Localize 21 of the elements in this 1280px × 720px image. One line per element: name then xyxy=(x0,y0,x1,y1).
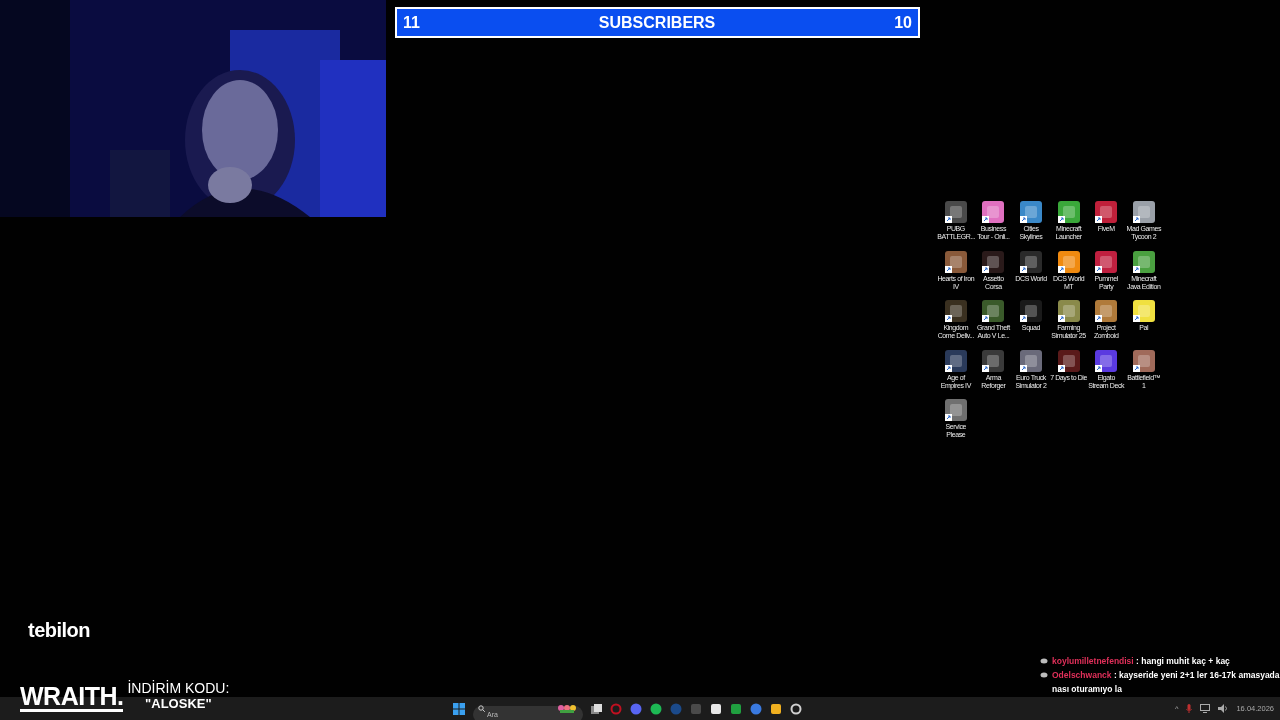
round-app-icon[interactable] xyxy=(630,702,642,715)
flowers-icon xyxy=(557,704,577,713)
chat-message: Odelschwanck : kayseride yeni 2+1 ler 16-17k amasyada nası oturamıyo la xyxy=(1052,669,1280,696)
square-app-icon[interactable] xyxy=(770,702,782,715)
round-app-icon[interactable] xyxy=(750,702,762,715)
goal-title: SUBSCRIBERS xyxy=(598,12,716,33)
sponsor-logo: tebilon xyxy=(28,618,91,643)
promo-code: "ALOSKE" xyxy=(145,696,212,712)
start-icon[interactable] xyxy=(453,702,465,715)
microphone-icon[interactable] xyxy=(1186,704,1193,713)
chat-message: koylumilletnefendisi : hangi muhit kaç + kaç xyxy=(1052,655,1230,668)
goal-end-count: 10 xyxy=(894,12,912,33)
brand-logo: WRAITH. xyxy=(20,683,124,712)
goal-start-count: 11 xyxy=(403,12,420,33)
round-app-icon[interactable] xyxy=(650,702,662,715)
promo-label: İNDİRİM KODU: xyxy=(127,680,230,696)
task-view-icon[interactable] xyxy=(591,703,602,714)
square-app-icon[interactable] xyxy=(710,702,722,715)
search-icon xyxy=(478,705,485,712)
monitor-icon[interactable] xyxy=(1200,704,1211,713)
speaker-icon[interactable] xyxy=(1218,704,1229,713)
